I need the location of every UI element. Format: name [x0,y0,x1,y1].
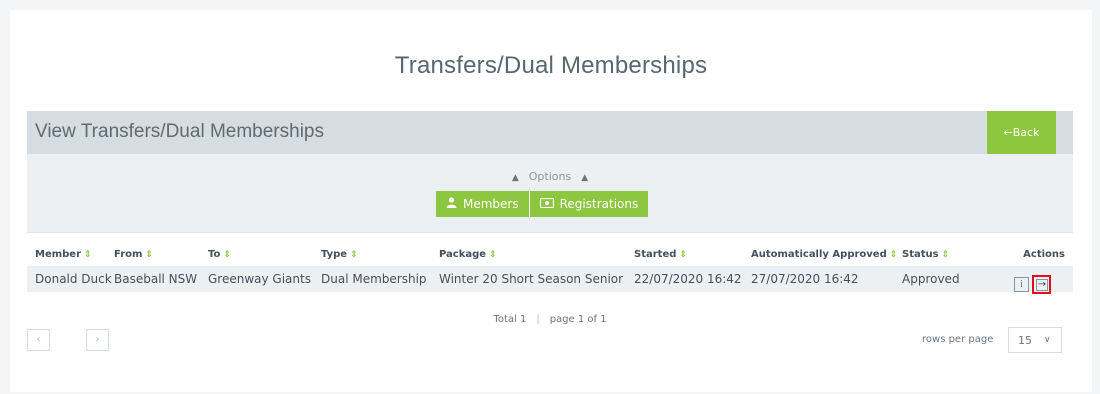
options-area: ▲ Options ▲ Members Registrations [27,154,1073,232]
options-label: Options [528,170,572,183]
previous-page-button[interactable]: ‹ [27,329,50,351]
cell-status: Approved [902,266,1005,292]
back-button[interactable]: ←Back [987,111,1056,154]
sort-icon: ⇕ [889,249,898,260]
chevron-right-icon: › [95,334,100,345]
sort-icon: ⇕ [84,249,92,260]
triangle-up-icon: ▲ [581,173,589,183]
cell-member: Donald Duck [27,266,114,292]
info-icon[interactable]: i [1014,277,1029,292]
transfers-panel: View Transfers/Dual Memberships ←Back ▲ O… [27,111,1073,383]
sort-icon: ⇕ [223,249,231,260]
registrations-button-label: Registrations [559,197,639,211]
column-header-actions: Actions [1023,248,1065,260]
sort-icon: ⇕ [145,249,153,260]
options-toggle[interactable]: ▲ Options ▲ [27,170,1073,183]
registrations-button[interactable]: Registrations [528,191,649,217]
column-header-from[interactable]: From ⇕ [114,242,208,266]
pager-info: Total 1 | page 1 of 1 [27,314,1073,325]
cell-auto-approved: 27/07/2020 16:42 [751,266,902,292]
money-icon [539,197,554,211]
triangle-up-icon: ▲ [511,173,519,183]
page-container: Transfers/Dual Memberships View Transfer… [10,10,1092,392]
next-page-button[interactable]: › [86,329,109,351]
members-button[interactable]: Members [436,191,529,217]
chevron-left-icon: ‹ [36,334,41,345]
transfers-table: Member ⇕ From ⇕ To ⇕ Type ⇕ Package ⇕ Started… [27,242,1073,292]
column-header-package[interactable]: Package ⇕ [439,242,634,266]
rows-per-page-select[interactable]: 15 ∨ [1008,327,1062,353]
members-button-label: Members [463,197,519,211]
page-indicator: page 1 of 1 [549,314,607,325]
rows-per-page-value: 15 [1018,333,1032,347]
cell-from: Baseball NSW [114,266,208,292]
chevron-down-icon: ∨ [1044,335,1051,345]
person-icon [446,197,457,211]
column-header-to[interactable]: To ⇕ [208,242,321,266]
cell-type: Dual Membership [321,266,439,292]
sort-icon: ⇕ [489,249,497,260]
options-button-group: Members Registrations [436,191,649,217]
open-transfer-button[interactable]: → [1032,275,1051,294]
pager-separator: | [536,314,540,325]
column-header-started[interactable]: Started ⇕ [634,242,751,266]
cell-started: 22/07/2020 16:42 [634,266,751,292]
sort-icon: ⇕ [350,249,358,260]
cell-to: Greenway Giants [208,266,321,292]
table-header-row: Member ⇕ From ⇕ To ⇕ Type ⇕ Package ⇕ Started… [27,242,1073,266]
page-title: Transfers/Dual Memberships [394,52,708,79]
cell-package: Winter 20 Short Season Senior [439,266,634,292]
panel-header: View Transfers/Dual Memberships ←Back [27,111,1073,154]
column-header-type[interactable]: Type ⇕ [321,242,439,266]
sort-icon: ⇕ [679,249,687,260]
column-header-member[interactable]: Member ⇕ [27,242,114,266]
panel-title: View Transfers/Dual Memberships [35,121,324,142]
column-header-status[interactable]: Status ⇕ [902,242,1005,266]
table-row: Donald Duck Baseball NSW Greenway Giants… [27,266,1073,292]
sort-icon: ⇕ [941,249,950,260]
divider [27,232,1073,233]
arrow-right-icon: → [1036,279,1048,291]
total-count: Total 1 [493,314,527,325]
rows-per-page-label: rows per page [922,334,994,345]
column-header-automatically-approved[interactable]: Automatically Approved ⇕ [751,242,902,266]
